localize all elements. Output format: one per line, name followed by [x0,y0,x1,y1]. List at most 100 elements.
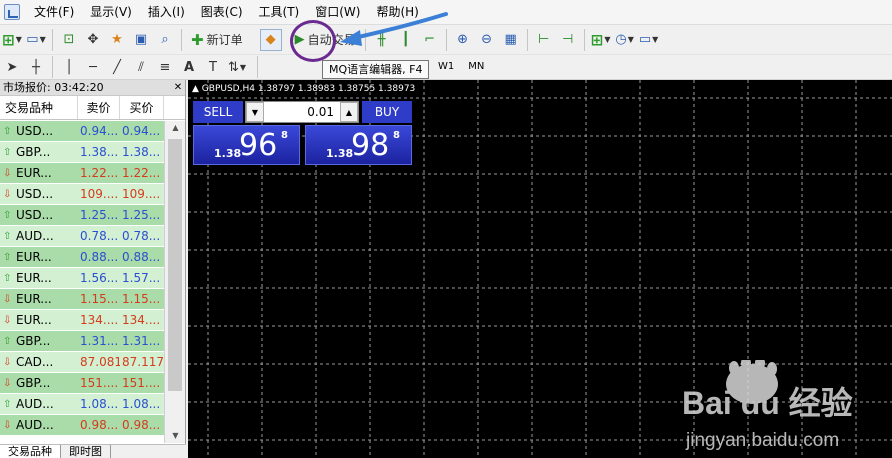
text-button[interactable]: A [178,56,200,78]
table-row[interactable]: ⇧ GBP... 1.38... 1.38... [0,142,164,163]
lot-size-input[interactable]: 0.01 [264,102,340,122]
ask-cell: 1.38... [122,145,161,159]
column-bid[interactable]: 卖价 [78,96,120,119]
watermark-url: jingyan.baidu.com [685,430,839,451]
bid-cell: 151.... [80,376,119,390]
horizontal-line-button[interactable]: ─ [82,56,104,78]
strategy-tester-button[interactable]: ⌕ [154,29,176,51]
symbol-cell: ⇧ AUD... [0,394,78,414]
table-row[interactable]: ⇩ EUR... 1.15... 1.15... [0,289,164,310]
table-row[interactable]: ⇧ USD... 0.94... 0.94... [0,121,164,142]
periods-button[interactable]: ◷ ▼ [614,29,636,51]
equidistant-channel-button[interactable]: ⫽ [130,56,152,78]
magnifier-chart-icon: ⌕ [161,32,169,47]
symbol-name: EUR... [16,291,52,306]
sell-price-button[interactable]: 1.38 96 8 [193,125,300,165]
indicators-button[interactable]: ⊞ ▼ [590,29,612,51]
app-logo-icon [4,4,20,20]
market-watch-button[interactable]: ⊡ [58,29,80,51]
text-icon: A [183,59,195,75]
market-watch-title: 市场报价: 03:42:20 [3,81,104,94]
text-label-button[interactable]: T [202,56,224,78]
symbol-cell: ⇧ USD... [0,205,78,225]
menu-tools[interactable]: 工具(T) [251,0,308,24]
metaeditor-button[interactable]: ◆ [259,28,282,51]
column-ask[interactable]: 买价 [120,96,164,119]
timeframe-mn-button[interactable]: MN [464,57,488,77]
sell-button[interactable]: SELL [193,101,243,123]
table-row[interactable]: ⇧ AUD... 0.78... 0.78... [0,226,164,247]
arrow-down-icon: ⇩ [3,167,12,179]
table-row[interactable]: ⇧ USD... 1.25... 1.25... [0,205,164,226]
buy-button[interactable]: BUY [362,101,412,123]
tab-symbols[interactable]: 交易品种 [0,445,61,458]
table-row[interactable]: ⇩ EUR... 134.... 134.... [0,310,164,331]
lot-decrease-icon[interactable]: ▼ [246,102,264,122]
menu-file[interactable]: 文件(F) [26,0,82,24]
table-row[interactable]: ⇧ GBP... 1.31... 1.31... [0,331,164,352]
close-icon[interactable]: ✕ [171,80,185,95]
symbol-name: EUR... [16,249,52,264]
toolbar-separator [52,28,53,51]
templates-button[interactable]: ▭ ▼ [638,29,660,51]
navigator-button[interactable]: ★ [106,29,128,51]
crosshair-button[interactable]: ┼ [25,56,47,78]
column-symbol[interactable]: 交易品种 [0,96,78,119]
menu-view[interactable]: 显示(V) [82,0,140,24]
lot-size-stepper[interactable]: ▼ 0.01 ▲ [245,101,359,123]
menu-charts[interactable]: 图表(C) [193,0,251,24]
menu-insert[interactable]: 插入(I) [140,0,193,24]
bid-cell: 0.94... [80,124,119,138]
bid-cell: 1.31... [80,334,119,348]
bid-cell: 0.78... [80,229,119,243]
scrollbar-thumb[interactable] [168,139,182,391]
data-window-button[interactable]: ✥ [82,29,104,51]
symbol-cell: ⇧ GBP... [0,331,78,351]
buy-price-button[interactable]: 1.38 98 8 [305,125,412,165]
chart-shift-button[interactable]: ⊣ [557,29,579,51]
toolbar-separator [52,56,53,78]
baidu-jingyan-watermark: Bai du 经验 jingyan.baidu.com [682,360,853,451]
tile-windows-button[interactable]: ▦ [500,29,522,51]
arrows-button[interactable]: ⇅ ▼ [226,56,248,78]
new-chart-icon: ⊞ [2,30,15,49]
trendline-icon: ╱ [113,59,121,75]
vertical-line-icon: │ [65,59,73,75]
chart-title: ▲ GBPUSD,H4 1.38797 1.38983 1.38755 1.38… [192,84,415,94]
new-order-button[interactable]: ✚ 新订单 [187,29,247,51]
lot-increase-icon[interactable]: ▲ [340,102,358,122]
fibonacci-icon: ≡ [159,59,171,75]
symbol-name: USD... [16,123,54,138]
table-row[interactable]: ⇩ USD... 109.... 109.... [0,184,164,205]
table-row[interactable]: ⇧ EUR... 0.88... 0.88... [0,247,164,268]
zoom-out-button[interactable]: ⊖ [476,29,498,51]
timeframe-w1-button[interactable]: W1 [434,57,458,77]
new-chart-button[interactable]: ⊞ ▼ [1,29,23,51]
sell-price-prefix: 1.38 [214,147,242,160]
profiles-button[interactable]: ▭ ▼ [25,29,47,51]
table-row[interactable]: ⇩ AUD... 0.98... 0.98... [0,415,164,436]
fibonacci-button[interactable]: ≡ [154,56,176,78]
bid-cell: 134.... [80,313,119,327]
chevron-down-icon: ▼ [239,62,247,72]
symbol-name: EUR... [16,270,52,285]
table-row[interactable]: ⇧ EUR... 1.56... 1.57... [0,268,164,289]
table-row[interactable]: ⇩ EUR... 1.22... 1.22... [0,163,164,184]
terminal-button[interactable]: ▣ [130,29,152,51]
clock-icon: ◷ [615,32,627,47]
vertical-line-button[interactable]: │ [58,56,80,78]
cursor-button[interactable]: ➤ [1,56,23,78]
zoom-in-button[interactable]: ⊕ [452,29,474,51]
tab-tick-chart[interactable]: 即时图 [61,445,111,458]
table-row[interactable]: ⇩ CAD... 87.081 87.117 [0,352,164,373]
table-row[interactable]: ⇩ GBP... 151.... 151.... [0,373,164,394]
bid-cell: 1.25... [80,208,119,222]
market-watch-scrollbar[interactable]: ▲ ▼ [164,121,185,443]
scroll-down-icon[interactable]: ▼ [165,429,186,443]
watermark-brand: Bai du 经验 [682,385,853,421]
table-row[interactable]: ⇧ AUD... 1.08... 1.08... [0,394,164,415]
scroll-up-icon[interactable]: ▲ [165,121,186,135]
trendline-button[interactable]: ╱ [106,56,128,78]
autoscroll-button[interactable]: ⊢ [533,29,555,51]
template-icon: ▭ [638,32,652,47]
